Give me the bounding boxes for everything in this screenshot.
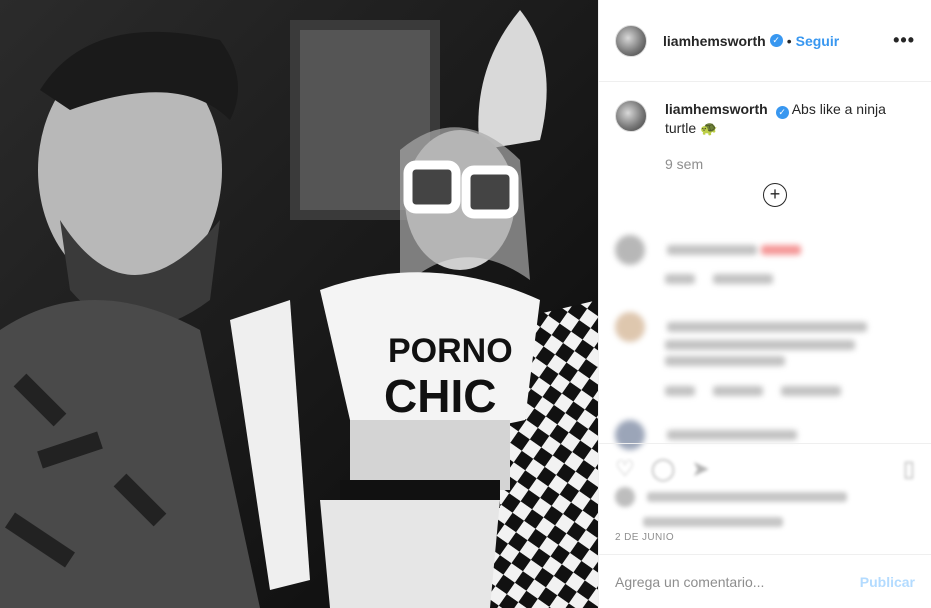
save-bookmark-icon[interactable]: ▯	[903, 456, 915, 482]
comment-input[interactable]	[615, 573, 860, 590]
post-side-panel: liamhemsworth ✓ • Seguir ••• liamhemswor…	[598, 0, 931, 608]
verified-badge-icon: ✓	[769, 34, 783, 47]
photo-shirt-text-1: PORNO	[388, 332, 513, 370]
load-more-comments-icon[interactable]: +	[763, 183, 787, 207]
likes-summary	[615, 487, 915, 529]
verified-badge-icon: ✓	[775, 106, 789, 119]
comment-line	[665, 336, 915, 352]
add-comment-bar: Publicar	[599, 554, 931, 608]
more-options-icon[interactable]: •••	[893, 30, 915, 51]
post-header: liamhemsworth ✓ • Seguir •••	[599, 0, 931, 82]
comment-meta	[665, 270, 915, 286]
caption-username[interactable]: liamhemsworth	[665, 101, 768, 117]
post-photo[interactable]: PORNO CHIC	[0, 0, 598, 608]
caption-avatar[interactable]	[615, 100, 647, 132]
separator-dot: •	[786, 32, 792, 49]
post-date[interactable]: 2 DE JUNIO	[615, 532, 674, 543]
comment-line	[665, 352, 915, 368]
like-heart-icon[interactable]: ♡	[615, 456, 635, 482]
post-actions: ♡ ◯ ➤ ▯	[599, 443, 931, 493]
author-username[interactable]: liamhemsworth	[663, 33, 766, 49]
post-caption: liamhemsworth ✓ Abs like a ninja turtle …	[615, 100, 915, 137]
author-avatar[interactable]	[615, 24, 647, 57]
photo-shirt-text-2: CHIC	[384, 370, 496, 422]
post-image: PORNO CHIC	[0, 0, 598, 608]
publish-button[interactable]: Publicar	[860, 574, 915, 590]
comment-icon[interactable]: ◯	[651, 456, 676, 482]
caption-time[interactable]: 9 sem	[665, 156, 703, 172]
comment-item	[615, 235, 915, 265]
share-icon[interactable]: ➤	[691, 456, 709, 482]
comment-meta	[665, 382, 915, 398]
follow-button[interactable]: Seguir	[796, 33, 840, 49]
